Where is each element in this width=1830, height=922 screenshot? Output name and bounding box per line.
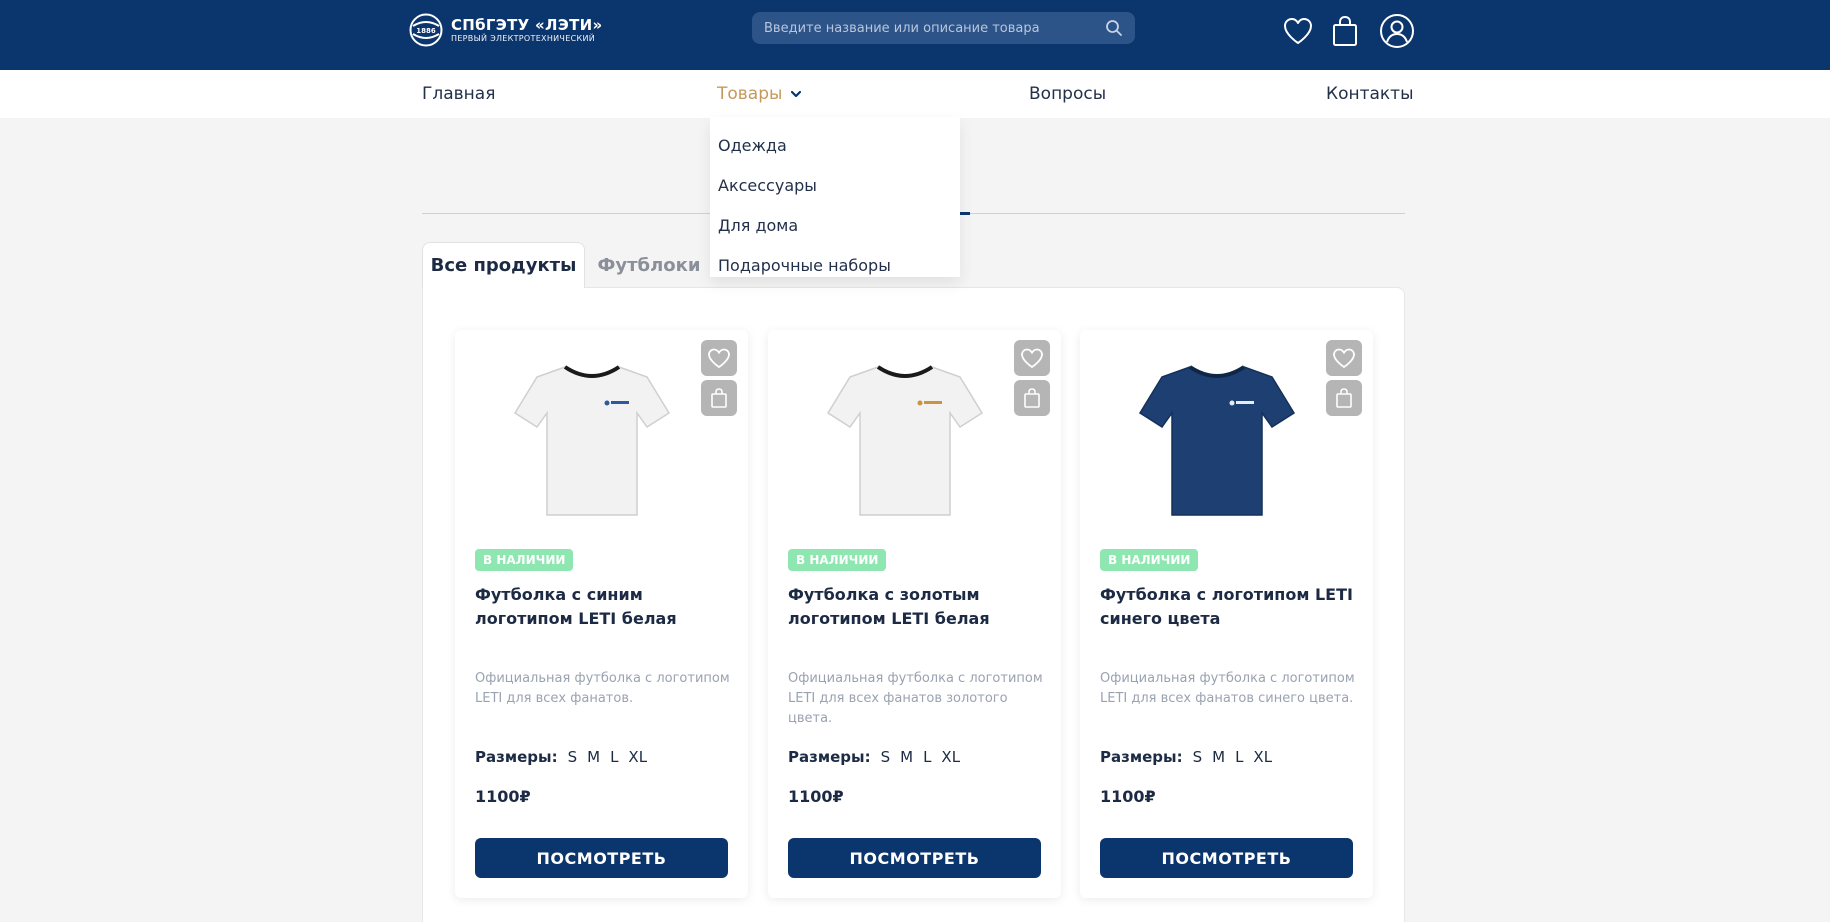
product-description: Официальная футболка с логотипом LETI дл… <box>788 671 1043 726</box>
university-logo-icon: 1886 <box>409 13 443 47</box>
product-price: 1100₽ <box>1100 787 1156 806</box>
nav-products[interactable]: Товары <box>717 84 802 104</box>
product-card: В НАЛИЧИИ Футболка с золотым логотипом L… <box>768 330 1061 898</box>
shopping-bag-icon <box>1024 388 1040 408</box>
add-to-cart-button[interactable] <box>1014 380 1050 416</box>
search-bar <box>752 12 1135 44</box>
product-name[interactable]: Футболка с золотым логотипом LETI белая <box>788 583 1048 631</box>
main-nav: Главная Товары Вопросы Контакты <box>0 70 1830 118</box>
logo-year: 1886 <box>416 27 436 35</box>
tshirt-icon <box>826 365 983 516</box>
view-product-button[interactable]: ПОСМОТРЕТЬ <box>1100 838 1353 878</box>
tshirt-icon <box>513 365 670 516</box>
dropdown-item-home[interactable]: Для дома <box>710 205 960 245</box>
cart-button[interactable] <box>1327 13 1363 49</box>
shopping-bag-icon <box>1333 15 1357 46</box>
heart-icon <box>1284 18 1312 44</box>
dropdown-item-gift-sets[interactable]: Подарочные наборы <box>710 245 960 285</box>
add-to-favorites-button[interactable] <box>701 340 737 376</box>
heart-icon <box>1021 348 1043 369</box>
add-to-favorites-button[interactable] <box>1014 340 1050 376</box>
tab-all-products[interactable]: Все продукты <box>422 242 585 288</box>
heart-icon <box>708 348 730 369</box>
product-description: Официальная футболка с логотипом LETI дл… <box>1100 671 1355 706</box>
nav-contacts[interactable]: Контакты <box>1326 84 1414 104</box>
product-card: В НАЛИЧИИ Футболка с синим логотипом LET… <box>455 330 748 898</box>
size-option-l[interactable]: L <box>610 748 618 766</box>
site-logo[interactable]: 1886 СПбГЭТУ «ЛЭТИ» Первый электротехнич… <box>409 13 602 47</box>
size-option-s[interactable]: S <box>1193 748 1203 766</box>
add-to-favorites-button[interactable] <box>1326 340 1362 376</box>
favorites-button[interactable] <box>1280 13 1316 49</box>
status-badge: В НАЛИЧИИ <box>788 549 887 571</box>
nav-faq[interactable]: Вопросы <box>1029 84 1106 104</box>
size-selector: Размеры: S M L XL <box>475 748 647 766</box>
dropdown-item-accessories[interactable]: Аксессуары <box>710 165 960 205</box>
user-icon <box>1380 14 1414 48</box>
product-image[interactable] <box>788 340 1021 540</box>
products-dropdown: Одежда Аксессуары Для дома Подарочные на… <box>710 117 960 277</box>
sizes-label: Размеры: <box>1100 748 1183 766</box>
chevron-down-icon <box>791 90 802 98</box>
nav-home[interactable]: Главная <box>422 84 495 104</box>
size-option-m[interactable]: M <box>1212 748 1225 766</box>
product-price: 1100₽ <box>475 787 531 806</box>
product-name[interactable]: Футболка с логотипом LETI синего цвета <box>1100 583 1360 631</box>
size-option-xl[interactable]: XL <box>1253 748 1272 766</box>
product-card: В НАЛИЧИИ Футболка с логотипом LETI сине… <box>1080 330 1373 898</box>
size-option-xl[interactable]: XL <box>941 748 960 766</box>
search-input[interactable] <box>764 20 1105 36</box>
tab-tshirts[interactable]: Футблоки <box>585 242 713 288</box>
product-image[interactable] <box>475 340 708 540</box>
status-badge: В НАЛИЧИИ <box>475 549 574 571</box>
heart-icon <box>1333 348 1355 369</box>
shopping-bag-icon <box>711 388 727 408</box>
logo-subtitle: Первый электротехнический <box>451 34 596 44</box>
sizes-label: Размеры: <box>475 748 558 766</box>
size-selector: Размеры: S M L XL <box>788 748 960 766</box>
product-price: 1100₽ <box>788 787 844 806</box>
product-name[interactable]: Футболка с синим логотипом LETI белая <box>475 583 735 631</box>
logo-title: СПбГЭТУ «ЛЭТИ» <box>451 15 603 34</box>
size-option-l[interactable]: L <box>923 748 931 766</box>
size-option-m[interactable]: M <box>587 748 600 766</box>
profile-button[interactable] <box>1379 13 1415 49</box>
dropdown-item-clothing[interactable]: Одежда <box>710 125 960 165</box>
size-selector: Размеры: S M L XL <box>1100 748 1272 766</box>
header: 1886 СПбГЭТУ «ЛЭТИ» Первый электротехнич… <box>0 0 1830 70</box>
search-icon[interactable] <box>1105 19 1123 37</box>
shopping-bag-icon <box>1336 388 1352 408</box>
view-product-button[interactable]: ПОСМОТРЕТЬ <box>788 838 1041 878</box>
sizes-label: Размеры: <box>788 748 871 766</box>
add-to-cart-button[interactable] <box>701 380 737 416</box>
product-description: Официальная футболка с логотипом LETI дл… <box>475 671 730 706</box>
size-option-l[interactable]: L <box>1235 748 1243 766</box>
tshirt-icon <box>1138 365 1295 516</box>
nav-products-label: Товары <box>717 84 783 104</box>
product-image[interactable] <box>1100 340 1333 540</box>
size-option-m[interactable]: M <box>900 748 913 766</box>
status-badge: В НАЛИЧИИ <box>1100 549 1199 571</box>
size-option-s[interactable]: S <box>881 748 891 766</box>
size-option-xl[interactable]: XL <box>628 748 647 766</box>
view-product-button[interactable]: ПОСМОТРЕТЬ <box>475 838 728 878</box>
size-option-s[interactable]: S <box>568 748 578 766</box>
add-to-cart-button[interactable] <box>1326 380 1362 416</box>
